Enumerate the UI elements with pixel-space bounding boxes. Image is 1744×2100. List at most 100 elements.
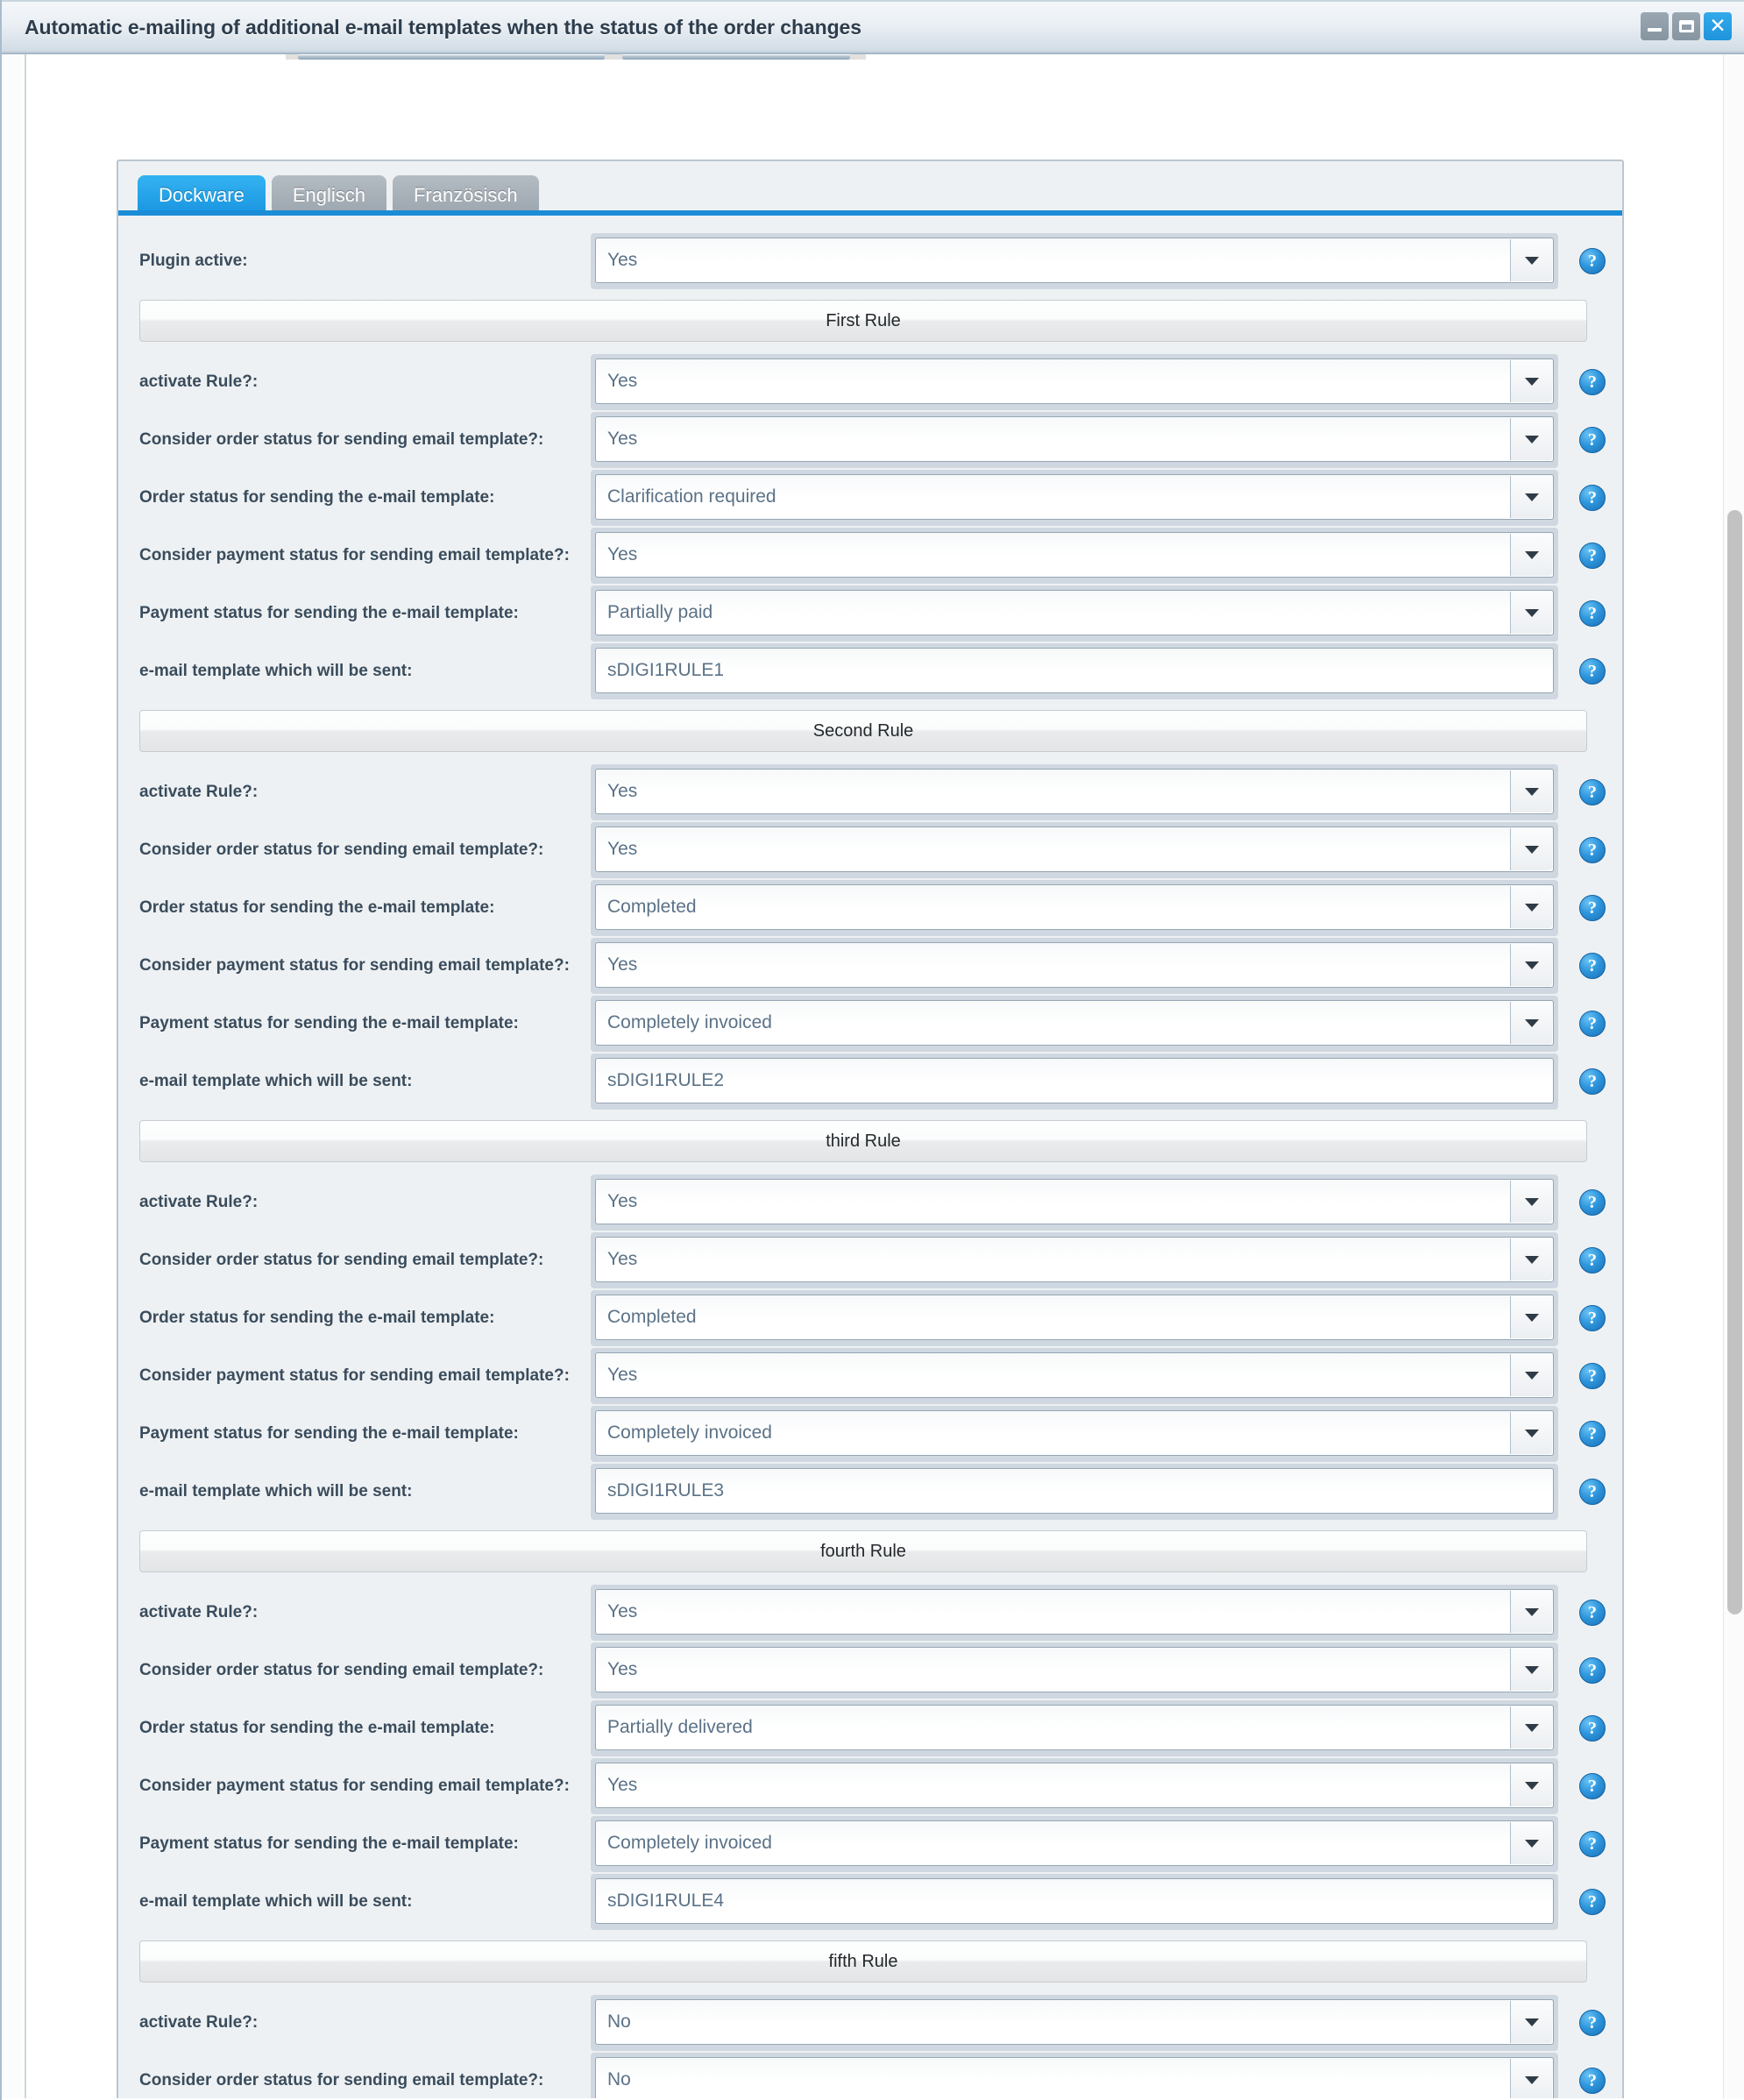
control-inner[interactable]: Yes [595, 942, 1554, 988]
select-rule2-payment-status[interactable]: Completely invoiced [591, 996, 1558, 1052]
help-icon-rule1-consider-payment-status[interactable]: ? [1579, 543, 1606, 569]
chevron-down-icon[interactable] [1510, 534, 1552, 576]
select-rule2-consider-order-status[interactable]: Yes [591, 822, 1558, 878]
maximize-button[interactable] [1672, 12, 1700, 40]
help-icon-rule4-consider-payment-status[interactable]: ? [1579, 1773, 1606, 1799]
chevron-down-icon[interactable] [1510, 1181, 1552, 1223]
select-rule4-activate[interactable]: Yes [591, 1585, 1558, 1641]
control-inner[interactable]: Yes [595, 1179, 1554, 1224]
select-rule3-payment-status[interactable]: Completely invoiced [591, 1406, 1558, 1462]
help-icon-rule4-email-template[interactable]: ? [1579, 1889, 1606, 1915]
chevron-down-icon[interactable] [1510, 1296, 1552, 1338]
select-rule4-payment-status[interactable]: Completely invoiced [591, 1816, 1558, 1872]
chevron-down-icon[interactable] [1510, 770, 1552, 812]
select-rule4-order-status[interactable]: Partially delivered [591, 1700, 1558, 1756]
input-rule3-email-template[interactable]: sDIGI1RULE3 [591, 1464, 1558, 1520]
help-icon-rule3-order-status[interactable]: ? [1579, 1305, 1606, 1331]
help-icon-plugin-active[interactable]: ? [1579, 248, 1606, 274]
control-inner[interactable]: Completed [595, 1295, 1554, 1340]
control-inner[interactable]: Completed [595, 884, 1554, 930]
help-icon-rule2-consider-order-status[interactable]: ? [1579, 837, 1606, 863]
control-inner[interactable]: Clarification required [595, 474, 1554, 520]
control-inner[interactable]: Yes [595, 358, 1554, 404]
chevron-down-icon[interactable] [1510, 239, 1552, 281]
help-icon-rule3-consider-payment-status[interactable]: ? [1579, 1363, 1606, 1389]
help-icon-rule3-activate[interactable]: ? [1579, 1189, 1606, 1216]
help-icon-rule5-consider-order-status[interactable]: ? [1579, 2068, 1606, 2094]
help-icon-rule2-payment-status[interactable]: ? [1579, 1011, 1606, 1037]
select-rule1-order-status[interactable]: Clarification required [591, 470, 1558, 526]
select-rule3-consider-payment-status[interactable]: Yes [591, 1348, 1558, 1404]
chevron-down-icon[interactable] [1510, 944, 1552, 986]
chevron-down-icon[interactable] [1510, 1354, 1552, 1396]
vertical-scrollbar[interactable] [1723, 54, 1744, 2098]
chevron-down-icon[interactable] [1510, 1706, 1552, 1749]
chevron-down-icon[interactable] [1510, 360, 1552, 402]
control-inner[interactable]: Yes [595, 1237, 1554, 1282]
chevron-down-icon[interactable] [1510, 1764, 1552, 1806]
help-icon-rule3-payment-status[interactable]: ? [1579, 1421, 1606, 1447]
select-rule4-consider-order-status[interactable]: Yes [591, 1642, 1558, 1699]
chevron-down-icon[interactable] [1510, 2059, 1552, 2098]
control-inner[interactable]: Yes [595, 416, 1554, 462]
control-inner[interactable]: sDIGI1RULE2 [595, 1058, 1554, 1103]
control-inner[interactable]: Yes [595, 1647, 1554, 1692]
chevron-down-icon[interactable] [1510, 828, 1552, 870]
help-icon-rule5-activate[interactable]: ? [1579, 2010, 1606, 2036]
help-icon-rule4-activate[interactable]: ? [1579, 1600, 1606, 1626]
select-rule4-consider-payment-status[interactable]: Yes [591, 1758, 1558, 1814]
chevron-down-icon[interactable] [1510, 1822, 1552, 1864]
help-icon-rule1-order-status[interactable]: ? [1579, 485, 1606, 511]
help-icon-rule1-activate[interactable]: ? [1579, 369, 1606, 395]
chevron-down-icon[interactable] [1510, 1649, 1552, 1691]
select-rule5-activate[interactable]: No [591, 1995, 1558, 2051]
help-icon-rule2-order-status[interactable]: ? [1579, 895, 1606, 921]
chevron-down-icon[interactable] [1510, 1238, 1552, 1281]
help-icon-rule2-activate[interactable]: ? [1579, 779, 1606, 805]
help-icon-rule3-consider-order-status[interactable]: ? [1579, 1247, 1606, 1273]
scrollbar-thumb[interactable] [1727, 510, 1742, 1614]
help-icon-rule4-payment-status[interactable]: ? [1579, 1831, 1606, 1857]
select-rule5-consider-order-status[interactable]: No [591, 2053, 1558, 2098]
control-inner[interactable]: No [595, 2057, 1554, 2098]
select-rule1-consider-payment-status[interactable]: Yes [591, 528, 1558, 584]
help-icon-rule1-payment-status[interactable]: ? [1579, 600, 1606, 627]
control-inner[interactable]: Yes [595, 1589, 1554, 1635]
control-inner[interactable]: sDIGI1RULE3 [595, 1468, 1554, 1514]
chevron-down-icon[interactable] [1510, 418, 1552, 460]
control-inner[interactable]: Yes [595, 238, 1554, 283]
chevron-down-icon[interactable] [1510, 592, 1552, 634]
control-inner[interactable]: sDIGI1RULE4 [595, 1878, 1554, 1924]
control-inner[interactable]: No [595, 1999, 1554, 2045]
select-plugin-active[interactable]: Yes [591, 233, 1558, 289]
chevron-down-icon[interactable] [1510, 1002, 1552, 1044]
chevron-down-icon[interactable] [1510, 1591, 1552, 1633]
input-rule2-email-template[interactable]: sDIGI1RULE2 [591, 1054, 1558, 1110]
control-inner[interactable]: Yes [595, 827, 1554, 872]
control-inner[interactable]: Partially paid [595, 590, 1554, 635]
select-rule2-activate[interactable]: Yes [591, 764, 1558, 820]
control-inner[interactable]: Partially delivered [595, 1705, 1554, 1750]
select-rule1-activate[interactable]: Yes [591, 354, 1558, 410]
close-button[interactable]: ✕ [1704, 12, 1732, 40]
input-rule4-email-template[interactable]: sDIGI1RULE4 [591, 1874, 1558, 1930]
control-inner[interactable]: sDIGI1RULE1 [595, 648, 1554, 693]
help-icon-rule1-consider-order-status[interactable]: ? [1579, 427, 1606, 453]
help-icon-rule1-email-template[interactable]: ? [1579, 658, 1606, 685]
chevron-down-icon[interactable] [1510, 2001, 1552, 2043]
select-rule2-order-status[interactable]: Completed [591, 880, 1558, 936]
help-icon-rule2-email-template[interactable]: ? [1579, 1068, 1606, 1095]
chevron-down-icon[interactable] [1510, 476, 1552, 518]
control-inner[interactable]: Completely invoiced [595, 1000, 1554, 1046]
chevron-down-icon[interactable] [1510, 1412, 1552, 1454]
select-rule3-activate[interactable]: Yes [591, 1174, 1558, 1231]
help-icon-rule4-consider-order-status[interactable]: ? [1579, 1657, 1606, 1684]
control-inner[interactable]: Yes [595, 1763, 1554, 1808]
control-inner[interactable]: Yes [595, 1352, 1554, 1398]
control-inner[interactable]: Yes [595, 769, 1554, 814]
control-inner[interactable]: Yes [595, 532, 1554, 578]
help-icon-rule3-email-template[interactable]: ? [1579, 1479, 1606, 1505]
chevron-down-icon[interactable] [1510, 886, 1552, 928]
select-rule3-order-status[interactable]: Completed [591, 1290, 1558, 1346]
select-rule3-consider-order-status[interactable]: Yes [591, 1232, 1558, 1288]
